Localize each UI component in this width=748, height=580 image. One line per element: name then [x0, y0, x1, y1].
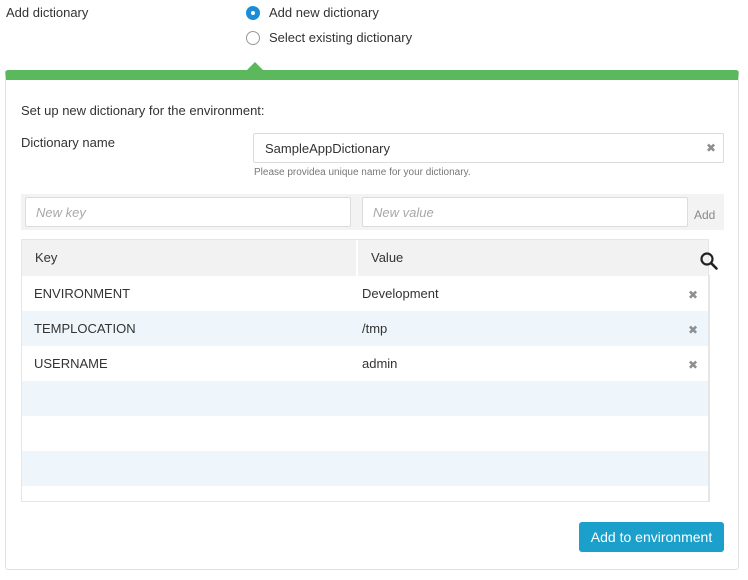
panel-intro-text: Set up new dictionary for the environmen… [21, 103, 265, 118]
radio-selected-icon[interactable] [246, 5, 260, 20]
column-header-value[interactable]: Value [371, 240, 403, 276]
table-row[interactable]: USERNAME admin ✖ [22, 346, 708, 381]
dictionary-name-input[interactable] [253, 133, 724, 163]
add-dictionary-label: Add dictionary [6, 5, 89, 20]
search-icon[interactable] [699, 251, 719, 271]
dictionary-name-label: Dictionary name [21, 135, 115, 150]
empty-row [22, 416, 708, 451]
radio-select-existing-label[interactable]: Select existing dictionary [269, 30, 412, 45]
delete-row-icon[interactable]: ✖ [688, 289, 698, 301]
dictionary-table: Key Value ENVIRONMENT Development ✖ TEMP… [21, 239, 709, 502]
row-key: TEMPLOCATION [34, 321, 136, 336]
empty-row [22, 381, 708, 416]
panel-pointer [246, 62, 264, 71]
new-key-input[interactable] [25, 197, 351, 227]
row-key: ENVIRONMENT [34, 286, 131, 301]
radio-unselected-icon[interactable] [246, 30, 260, 45]
radio-select-existing-dictionary[interactable]: Select existing dictionary [246, 30, 412, 45]
column-divider [356, 240, 358, 276]
row-key: USERNAME [34, 356, 108, 371]
row-value: admin [362, 356, 398, 371]
dictionary-name-hint: Please providea unique name for your dic… [254, 167, 471, 178]
empty-row [22, 451, 708, 486]
table-row[interactable]: ENVIRONMENT Development ✖ [22, 276, 708, 311]
clear-name-icon[interactable]: ✖ [706, 142, 716, 154]
column-header-key[interactable]: Key [35, 240, 57, 276]
table-header: Key Value [22, 240, 708, 276]
radio-add-new-label[interactable]: Add new dictionary [269, 5, 379, 20]
new-value-input[interactable] [362, 197, 688, 227]
table-scrollbar[interactable] [708, 275, 710, 502]
add-to-environment-button[interactable]: Add to environment [579, 522, 724, 552]
delete-row-icon[interactable]: ✖ [688, 324, 698, 336]
row-value: Development [362, 286, 439, 301]
empty-row [22, 486, 708, 501]
row-value: /tmp [362, 321, 388, 336]
add-entry-button[interactable]: Add [694, 208, 715, 222]
radio-add-new-dictionary[interactable]: Add new dictionary [246, 5, 379, 20]
table-row[interactable]: TEMPLOCATION /tmp ✖ [22, 311, 708, 346]
delete-row-icon[interactable]: ✖ [688, 359, 698, 371]
